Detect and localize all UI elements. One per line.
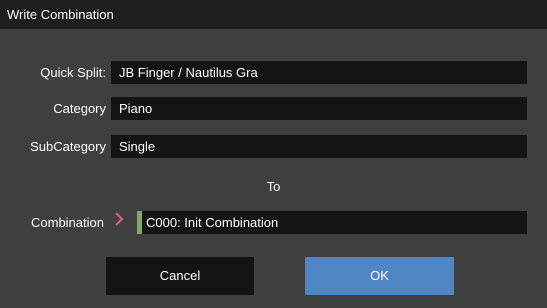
subcategory-label: SubCategory [30,139,106,154]
write-combination-dialog: Write Combination Quick Split: JB Finger… [0,0,547,308]
quick-split-field[interactable]: JB Finger / Nautilus Gra [111,61,527,84]
combination-target-field[interactable]: C000: Init Combination [137,211,527,234]
dialog-title: Write Combination [7,7,114,22]
cancel-button[interactable]: Cancel [106,257,254,295]
category-field[interactable]: Piano [111,97,527,120]
ok-button[interactable]: OK [305,257,454,295]
combination-target-value: C000: Init Combination [146,215,279,230]
to-label: To [266,179,281,194]
focus-indicator [137,211,142,234]
category-value: Piano [119,101,153,116]
chevron-right-icon [115,212,124,226]
quick-split-label: Quick Split: [40,65,106,80]
subcategory-value: Single [119,139,156,154]
category-label: Category [53,101,106,116]
combination-label: Combination [31,215,104,230]
dialog-titlebar: Write Combination [0,0,547,29]
subcategory-field[interactable]: Single [111,135,527,158]
quick-split-value: JB Finger / Nautilus Gra [119,65,258,80]
